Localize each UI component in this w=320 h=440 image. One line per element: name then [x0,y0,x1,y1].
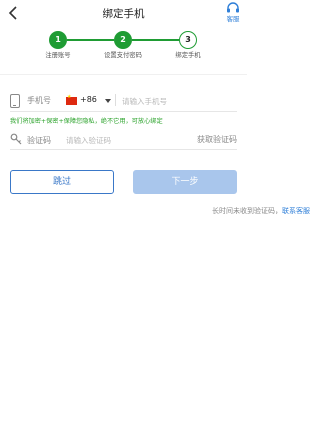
step-progress: 1 2 3 注册账号 设置支付密码 绑定手机 [0,26,247,70]
phone-input[interactable] [122,93,232,109]
country-code[interactable]: +86 [80,95,97,104]
privacy-notice: 我们将加密+保密+保障您隐私，绝不它用，可放心绑定 [10,118,163,125]
phone-icon [10,94,20,108]
step-3-indicator: 3 [179,31,197,49]
skip-button[interactable]: 跳过 [10,170,114,194]
code-label: 验证码 [27,136,51,145]
code-row: 验证码 获取验证码 [10,130,237,150]
help-line: 长时间未收到验证码，联系客服 [212,206,310,216]
header: 绑定手机 客服 [0,0,247,26]
customer-service-button[interactable]: 客服 [223,2,243,23]
next-button[interactable]: 下一步 [133,170,237,194]
step-connector [67,39,114,41]
step-3-label: 绑定手机 [175,52,201,59]
step-1-label: 注册账号 [45,52,71,59]
phone-row: 手机号 +86 [10,90,237,112]
caret-down-icon[interactable] [105,99,111,103]
contact-service-link[interactable]: 联系客服 [282,207,310,215]
key-icon [10,133,22,145]
china-flag-icon[interactable] [66,94,77,105]
help-text: 长时间未收到验证码， [212,207,282,215]
page-title: 绑定手机 [102,8,145,20]
verification-code-input[interactable] [66,132,176,148]
divider [0,74,247,75]
divider [115,94,116,106]
phone-label: 手机号 [27,96,51,105]
step-1-indicator: 1 [49,31,67,49]
service-label: 客服 [226,15,240,23]
step-2-indicator: 2 [114,31,132,49]
step-2-label: 设置支付密码 [104,52,142,59]
get-code-button[interactable]: 获取验证码 [197,134,237,145]
step-connector [132,39,179,41]
